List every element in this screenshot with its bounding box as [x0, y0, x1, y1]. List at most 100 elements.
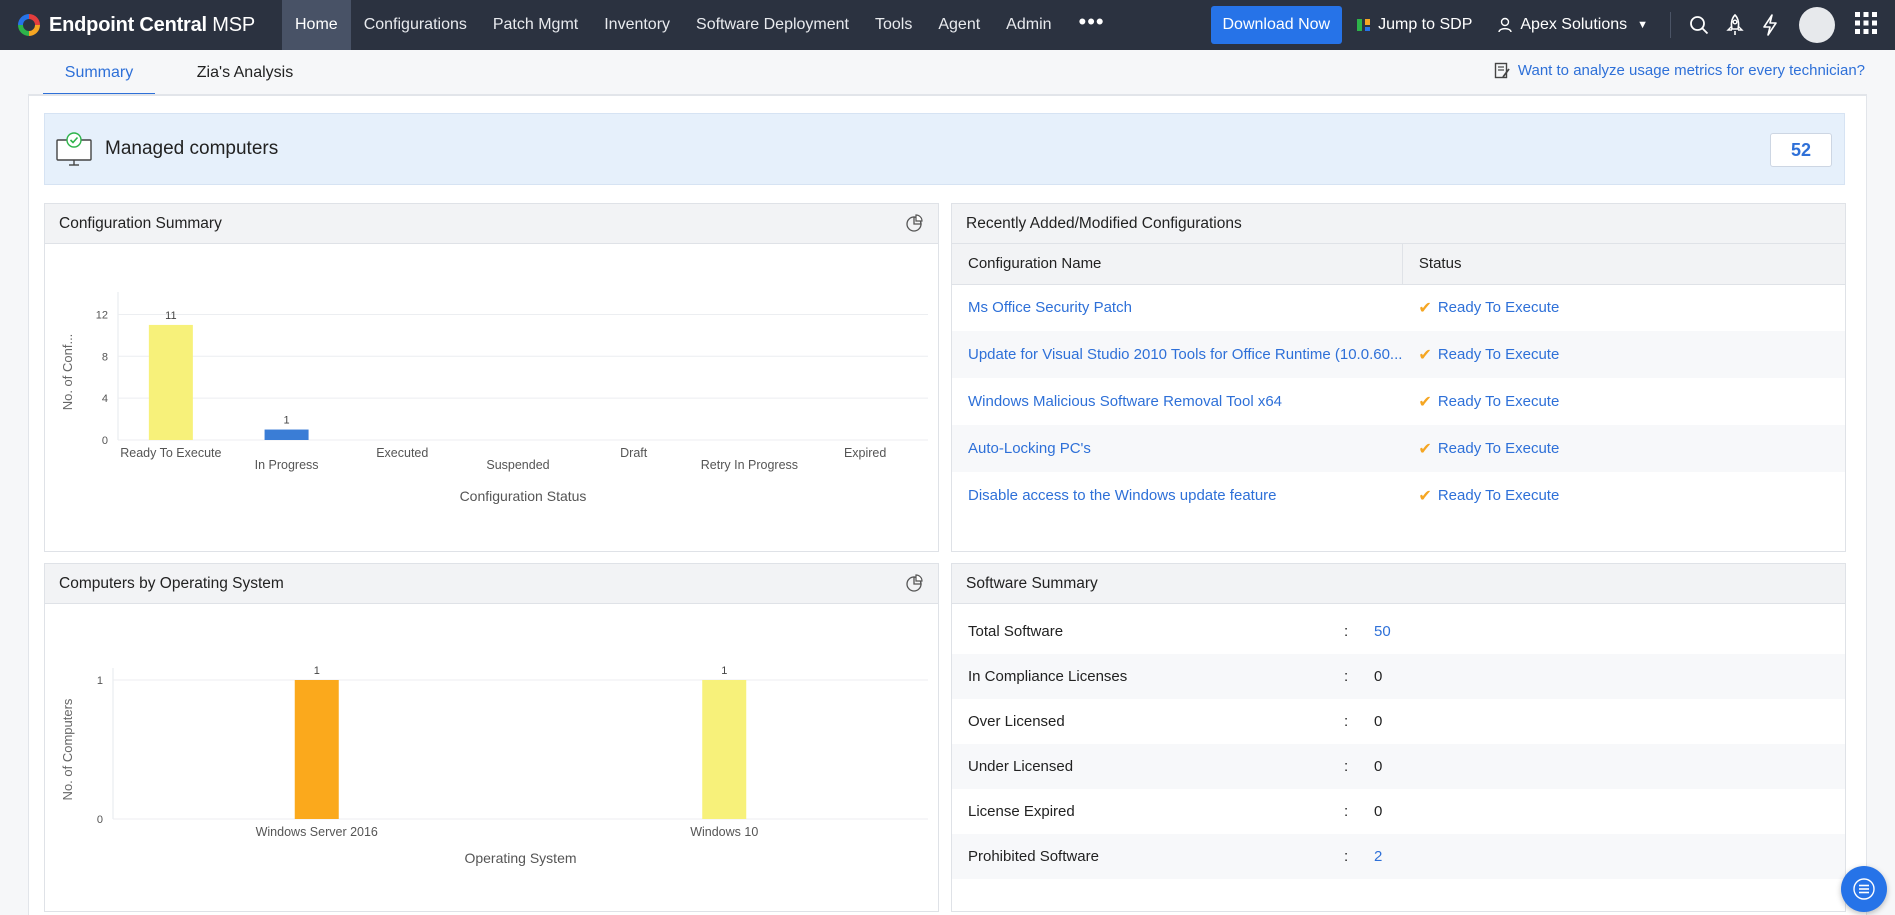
nav-tools[interactable]: Tools: [862, 0, 925, 50]
status-label: Ready To Execute: [1437, 440, 1560, 457]
user-icon: [1498, 17, 1513, 33]
configuration-name-link[interactable]: Ms Office Security Patch: [952, 284, 1402, 331]
software-summary-row: Over Licensed: 0: [952, 699, 1845, 744]
x-tick-label: Suspended: [486, 458, 549, 472]
nav-home[interactable]: Home: [282, 0, 351, 50]
operating-system-bar-chart: 0 1 No. of Computers 1 Windows Server 2016 1 W…: [60, 665, 928, 866]
status-badge[interactable]: ✔ Ready To Execute: [1418, 439, 1845, 459]
nav-inventory[interactable]: Inventory: [591, 0, 683, 50]
main-nav: Home Configurations Patch Mgmt Inventory…: [282, 0, 1119, 50]
nav-configurations[interactable]: Configurations: [351, 0, 480, 50]
brand-name: Endpoint Central MSP: [49, 13, 256, 36]
software-summary-label: Prohibited Software: [968, 848, 1099, 865]
pie-chart-toggle-icon[interactable]: [905, 574, 923, 592]
nav-agent[interactable]: Agent: [925, 0, 993, 50]
status-badge[interactable]: ✔ Ready To Execute: [1418, 345, 1845, 365]
app-grid-icon[interactable]: [1855, 12, 1877, 38]
search-icon[interactable]: [1689, 15, 1709, 35]
menu-icon: [1853, 878, 1875, 900]
status-cell: ✔ Ready To Execute: [1402, 284, 1845, 331]
organization-selector[interactable]: Apex Solutions ▼: [1498, 16, 1648, 34]
tab-zias-analysis[interactable]: Zia's Analysis: [190, 50, 300, 94]
tab-summary[interactable]: Summary: [43, 50, 155, 95]
y-tick-label: 0: [97, 814, 103, 826]
nav-patch-mgmt[interactable]: Patch Mgmt: [480, 0, 591, 50]
software-summary-label: Over Licensed: [968, 713, 1065, 730]
status-label: Ready To Execute: [1437, 487, 1560, 504]
status-badge[interactable]: ✔ Ready To Execute: [1418, 392, 1845, 412]
chart-bar: [148, 324, 193, 440]
data-label: 1: [721, 665, 727, 677]
software-summary-title: Software Summary: [966, 574, 1098, 592]
x-axis-label: Operating System: [464, 850, 576, 866]
software-summary-row: Prohibited Software: 2: [952, 834, 1845, 879]
software-summary-value: 0: [1374, 803, 1383, 820]
check-icon: ✔: [1418, 299, 1432, 317]
data-label: 1: [284, 415, 290, 427]
analyze-usage-text: Want to analyze usage metrics for every …: [1517, 62, 1865, 79]
status-label: Ready To Execute: [1437, 346, 1560, 363]
status-badge[interactable]: ✔ Ready To Execute: [1418, 486, 1845, 506]
separator-colon: :: [1344, 668, 1349, 685]
software-summary-list: Total Software: 50 In Compliance Licenses:…: [952, 604, 1845, 879]
software-summary-value[interactable]: 50: [1374, 623, 1391, 640]
nav-software-deployment[interactable]: Software Deployment: [683, 0, 862, 50]
configuration-summary-title: Configuration Summary: [59, 214, 222, 232]
managed-computers-banner: Managed computers 52: [44, 113, 1845, 185]
jump-to-sdp-link[interactable]: Jump to SDP: [1356, 16, 1472, 34]
software-summary-label: Under Licensed: [968, 758, 1074, 775]
x-tick-label: Expired: [844, 446, 886, 460]
recent-configurations-panel: Recently Added/Modified Configurations C…: [951, 203, 1846, 552]
x-tick-label: Draft: [620, 446, 648, 460]
sdp-icon: [1357, 19, 1371, 31]
user-avatar[interactable]: [1799, 7, 1835, 43]
quick-menu-button[interactable]: [1841, 866, 1887, 912]
table-row: Auto-Locking PC's ✔ Ready To Execute: [952, 425, 1845, 472]
column-header-configuration-name[interactable]: Configuration Name: [952, 244, 1403, 285]
data-label: 11: [165, 310, 176, 322]
software-summary-row: In Compliance Licenses: 0: [952, 654, 1845, 699]
column-header-status[interactable]: Status: [1401, 244, 1845, 285]
status-badge[interactable]: ✔ Ready To Execute: [1418, 298, 1845, 318]
software-summary-value[interactable]: 2: [1374, 848, 1382, 865]
edit-note-icon: [1494, 62, 1510, 79]
managed-computers-label: Managed computers: [105, 138, 279, 159]
table-row: Disable access to the Windows update fea…: [952, 472, 1845, 519]
analyze-usage-link[interactable]: Want to analyze usage metrics for every …: [1494, 62, 1865, 79]
y-tick-label: 8: [102, 351, 108, 363]
software-summary-value: 0: [1374, 758, 1383, 775]
configuration-status-bar-chart: 0 4 8 12 No. of Conf... 11 Ready To Execute 1 In…: [60, 292, 928, 504]
pie-chart-toggle-icon[interactable]: [905, 214, 923, 232]
x-tick-label: In Progress: [255, 458, 319, 472]
software-summary-label: In Compliance Licenses: [968, 668, 1128, 685]
y-tick-label: 4: [102, 393, 108, 405]
y-tick-label: 1: [97, 675, 103, 687]
separator-colon: :: [1344, 758, 1349, 775]
chart-bar: [702, 680, 747, 819]
configuration-name-link[interactable]: Update for Visual Studio 2010 Tools for …: [952, 331, 1403, 378]
separator-colon: :: [1344, 713, 1349, 730]
download-now-button[interactable]: Download Now: [1210, 6, 1343, 44]
y-tick-label: 12: [96, 309, 108, 321]
x-tick-label: Ready To Execute: [120, 446, 221, 460]
configuration-summary-panel: Configuration Summary 0 4 8 12 No. of Conf..…: [44, 203, 939, 552]
chart-bar: [264, 429, 309, 440]
configuration-name-link[interactable]: Disable access to the Windows update fea…: [952, 472, 1402, 519]
managed-computers-count[interactable]: 52: [1770, 133, 1832, 167]
configuration-name-link[interactable]: Auto-Locking PC's: [952, 425, 1403, 472]
recent-configurations-title: Recently Added/Modified Configurations: [966, 214, 1242, 232]
nav-admin[interactable]: Admin: [993, 0, 1064, 50]
software-summary-panel: Software Summary Total Software: 50 In Com…: [951, 563, 1846, 912]
divider: [1670, 12, 1671, 38]
recent-configurations-table: Configuration Name Status Ms Office Secu…: [952, 244, 1845, 519]
brand[interactable]: Endpoint Central MSP: [0, 0, 282, 50]
rocket-icon[interactable]: [1725, 14, 1745, 36]
x-tick-label: Retry In Progress: [701, 458, 798, 472]
lightning-icon[interactable]: [1761, 14, 1779, 36]
software-summary-value: 0: [1374, 668, 1383, 685]
configuration-name-link[interactable]: Windows Malicious Software Removal Tool …: [952, 378, 1402, 425]
nav-more-button[interactable]: •••: [1065, 0, 1119, 50]
table-row: Update for Visual Studio 2010 Tools for …: [952, 331, 1845, 378]
status-label: Ready To Execute: [1437, 393, 1560, 410]
status-label: Ready To Execute: [1437, 299, 1560, 317]
